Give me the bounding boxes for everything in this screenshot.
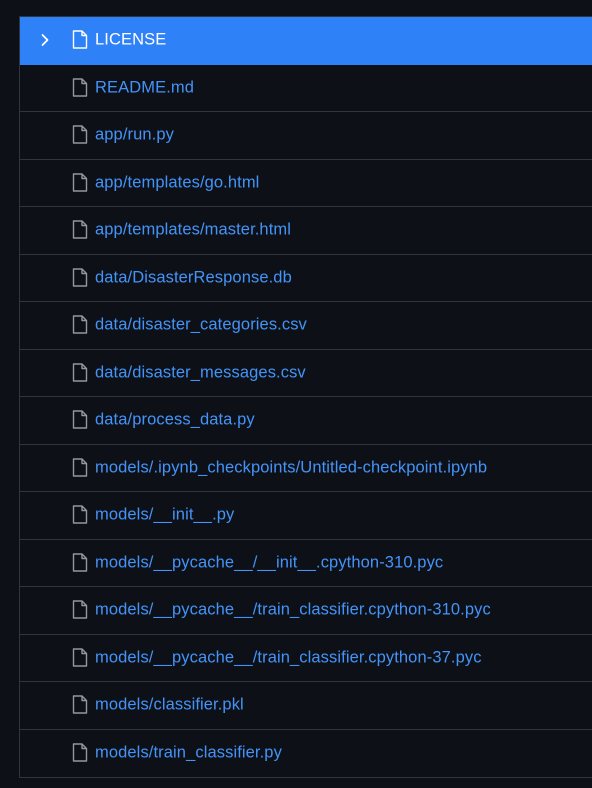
file-name-link[interactable]: models/classifier.pkl bbox=[95, 696, 244, 715]
file-row[interactable]: app/run.py bbox=[20, 112, 592, 160]
file-row[interactable]: data/DisasterResponse.db bbox=[20, 255, 592, 302]
file-row[interactable]: README.md bbox=[20, 65, 592, 112]
file-name-link[interactable]: models/__init__.py bbox=[95, 506, 234, 525]
file-row[interactable]: models/.ipynb_checkpoints/Untitled-check… bbox=[20, 445, 592, 492]
file-name-link[interactable]: data/disaster_messages.csv bbox=[95, 363, 306, 382]
file-name-link[interactable]: models/.ipynb_checkpoints/Untitled-check… bbox=[95, 458, 487, 477]
file-row[interactable]: LICENSE bbox=[20, 17, 592, 65]
file-row[interactable]: models/train_classifier.py bbox=[20, 730, 592, 778]
file-row[interactable]: models/classifier.pkl bbox=[20, 682, 592, 730]
file-row[interactable]: models/__init__.py bbox=[20, 492, 592, 540]
file-row[interactable]: models/__pycache__/train_classifier.cpyt… bbox=[20, 587, 592, 635]
file-name-link[interactable]: data/process_data.py bbox=[95, 411, 255, 430]
file-row[interactable]: data/disaster_messages.csv bbox=[20, 350, 592, 397]
file-name-link[interactable]: app/templates/master.html bbox=[95, 221, 291, 240]
file-list: LICENSE README.md app/run.py app/templates/… bbox=[19, 16, 592, 778]
file-row[interactable]: data/process_data.py bbox=[20, 397, 592, 445]
file-name-link[interactable]: LICENSE bbox=[95, 31, 166, 50]
file-name-link[interactable]: models/__pycache__/__init__.cpython-310.… bbox=[95, 553, 443, 572]
file-row[interactable]: models/__pycache__/train_classifier.cpyt… bbox=[20, 635, 592, 682]
file-row[interactable]: data/disaster_categories.csv bbox=[20, 302, 592, 350]
file-row[interactable]: app/templates/master.html bbox=[20, 207, 592, 255]
file-name-link[interactable]: app/run.py bbox=[95, 126, 174, 145]
file-name-link[interactable]: models/__pycache__/train_classifier.cpyt… bbox=[95, 601, 491, 620]
file-row[interactable]: app/templates/go.html bbox=[20, 160, 592, 207]
file-name-link[interactable]: data/DisasterResponse.db bbox=[95, 268, 292, 287]
file-name-link[interactable]: data/disaster_categories.csv bbox=[95, 316, 307, 335]
file-name-link[interactable]: README.md bbox=[95, 78, 194, 97]
file-name-link[interactable]: app/templates/go.html bbox=[95, 173, 259, 192]
file-name-link[interactable]: models/__pycache__/train_classifier.cpyt… bbox=[95, 648, 482, 667]
file-row[interactable]: models/__pycache__/__init__.cpython-310.… bbox=[20, 540, 592, 587]
file-name-link[interactable]: models/train_classifier.py bbox=[95, 744, 282, 763]
